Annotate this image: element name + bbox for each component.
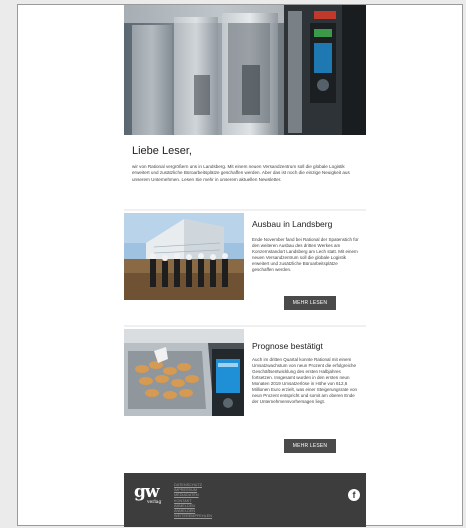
article-2-read-more-button[interactable]: MEHR LESEN — [284, 439, 336, 453]
gw-verlag-logo[interactable]: gw verlag — [134, 484, 166, 506]
article-1-text: Ende November fand bei Rational der Spat… — [252, 237, 359, 272]
newsletter-email: Liebe Leser, wir von Rational vergrößern… — [124, 5, 366, 527]
footer-links: DATENSCHUTZ IMPRESSUM MEDIADATEN KONTAKT… — [174, 483, 212, 519]
article-1-image[interactable] — [124, 213, 244, 300]
facebook-icon[interactable]: f — [348, 489, 360, 501]
hero-image — [124, 5, 366, 135]
intro-text: wir von Rational vergrößern uns in Lands… — [132, 164, 350, 182]
preview-frame: Liebe Leser, wir von Rational vergrößern… — [17, 4, 463, 527]
article-2-image[interactable] — [124, 329, 244, 416]
article-2-title: Prognose bestätigt — [252, 341, 323, 351]
logo-subtext: verlag — [147, 500, 162, 505]
greeting-heading: Liebe Leser, — [132, 145, 192, 157]
section-divider — [124, 325, 366, 327]
article-1-title: Ausbau in Landsberg — [252, 219, 333, 229]
footer-link-weiterempfehlen[interactable]: WEITEREMPFEHLEN — [174, 514, 212, 519]
logo-text: gw — [134, 482, 160, 502]
article-2-text: Auch im dritten Quartal konnte Rational … — [252, 357, 358, 404]
section-divider — [124, 209, 366, 211]
article-1-read-more-button[interactable]: MEHR LESEN — [284, 296, 336, 310]
newsletter-footer: gw verlag DATENSCHUTZ IMPRESSUM MEDIADAT… — [124, 473, 366, 527]
